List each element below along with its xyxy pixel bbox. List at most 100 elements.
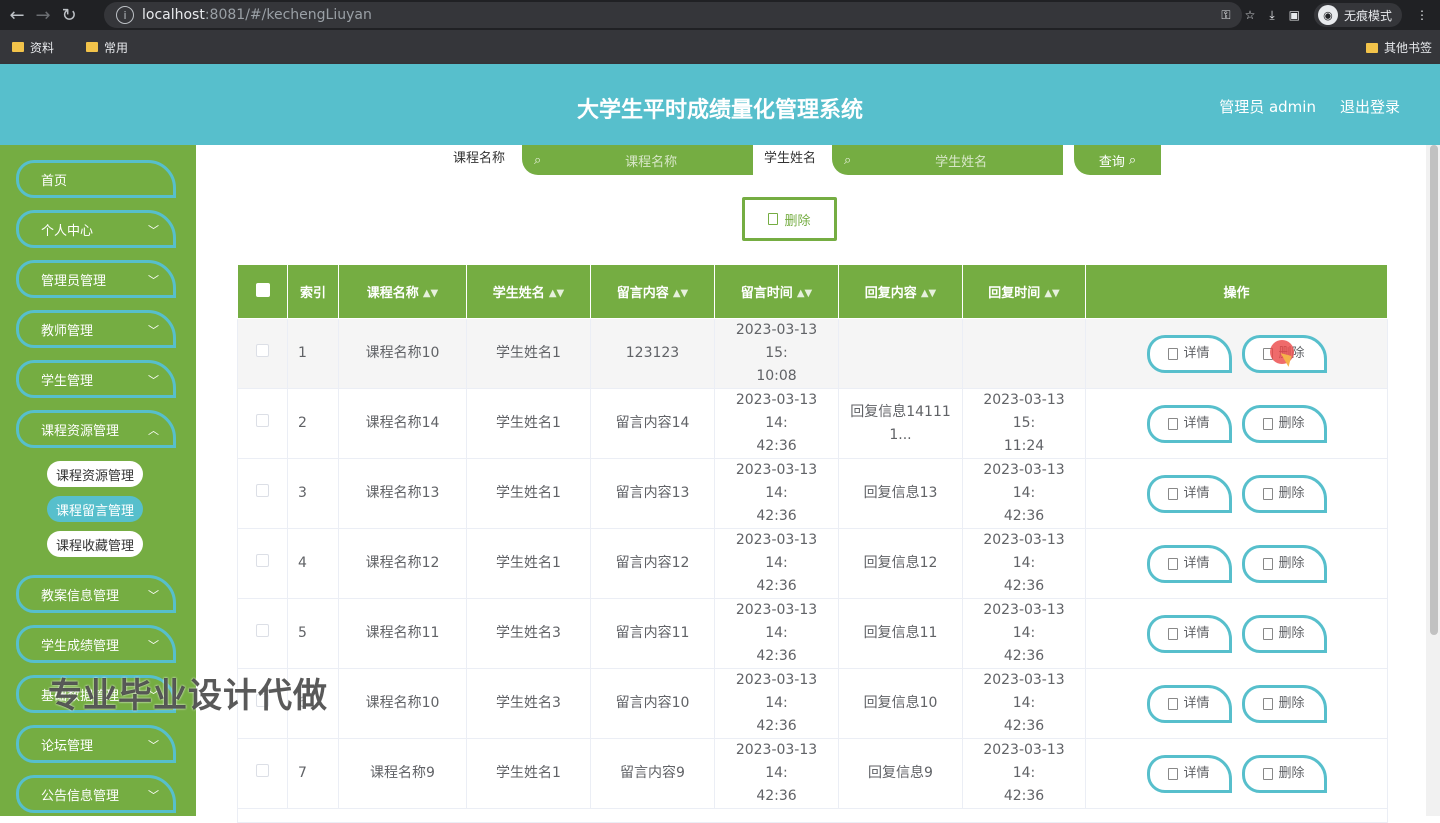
cell-rtime-line2: 42:36 bbox=[1003, 648, 1045, 664]
menu-icon[interactable]: ⋮ bbox=[1416, 8, 1428, 22]
row-checkbox[interactable] bbox=[256, 344, 269, 357]
delete-button[interactable]: 删除 bbox=[1241, 684, 1327, 723]
row-checkbox-cell[interactable] bbox=[237, 738, 288, 809]
logout-link[interactable]: 退出登录 bbox=[1340, 96, 1400, 117]
delete-button[interactable]: 删除 bbox=[1241, 614, 1327, 653]
address-bar[interactable]: i localhost:8081/#/kechengLiuyan bbox=[104, 2, 1242, 28]
search-button[interactable]: 查询 ⌕ bbox=[1074, 145, 1161, 175]
cell-reply bbox=[838, 318, 963, 389]
table-row: 7 课程名称9 学生姓名1 留言内容9 2023-03-13 14: 42:36 回复信息9… bbox=[237, 738, 1388, 809]
cell-time-line2: 42:36 bbox=[756, 718, 797, 734]
sort-icon[interactable]: ▲▼ bbox=[1044, 288, 1059, 299]
row-checkbox[interactable] bbox=[256, 414, 269, 427]
sidebar-item-teacher[interactable]: 教师管理 ﹀ bbox=[16, 310, 176, 348]
sidepanel-icon[interactable]: ▣ bbox=[1289, 8, 1300, 22]
batch-delete-button[interactable]: 删除 bbox=[742, 197, 837, 241]
sidebar-item-course-resource[interactable]: 课程资源管理 ︿ bbox=[16, 410, 176, 448]
delete-button[interactable]: 删除 bbox=[1241, 474, 1327, 513]
incognito-badge[interactable]: ◉ 无痕模式 bbox=[1313, 3, 1402, 27]
delete-label: 删除 bbox=[1278, 416, 1305, 431]
row-checkbox[interactable] bbox=[256, 624, 269, 637]
document-icon bbox=[1168, 487, 1179, 500]
row-checkbox-cell[interactable] bbox=[237, 458, 288, 529]
table-row: 1课程名称10学生姓名1123123 2023-03-13 15: 10:08 详情删… bbox=[237, 318, 1388, 389]
detail-button[interactable]: 详情 bbox=[1146, 754, 1232, 793]
download-icon[interactable]: ⤓ bbox=[1269, 8, 1274, 23]
back-icon[interactable]: ← bbox=[4, 5, 30, 26]
delete-label: 删除 bbox=[1278, 556, 1305, 571]
other-bookmarks[interactable]: 其他书签 bbox=[1365, 39, 1432, 56]
sidebar-subitem-course-favorite[interactable]: 课程收藏管理 bbox=[47, 531, 143, 557]
delete-button[interactable]: 删除 bbox=[1241, 544, 1327, 583]
col-time[interactable]: 留言时间 ▲▼ bbox=[714, 264, 839, 319]
cell-student: 学生姓名3 bbox=[466, 598, 591, 669]
col-label: 回复时间 bbox=[988, 286, 1041, 301]
col-reply[interactable]: 回复内容 ▲▼ bbox=[838, 264, 963, 319]
detail-button[interactable]: 详情 bbox=[1146, 334, 1232, 373]
sort-icon[interactable]: ▲▼ bbox=[673, 288, 688, 299]
sidebar-subitem-course-resource[interactable]: 课程资源管理 bbox=[47, 461, 143, 487]
row-checkbox[interactable] bbox=[256, 764, 269, 777]
sort-icon[interactable]: ▲▼ bbox=[921, 288, 936, 299]
sort-icon[interactable]: ▲▼ bbox=[549, 288, 564, 299]
row-checkbox-cell[interactable] bbox=[237, 528, 288, 599]
reload-icon[interactable]: ↻ bbox=[56, 5, 82, 26]
cell-reply: 回复信息12 bbox=[838, 528, 963, 599]
col-reply-time[interactable]: 回复时间 ▲▼ bbox=[962, 264, 1086, 319]
sort-icon[interactable]: ▲▼ bbox=[423, 288, 438, 299]
delete-label: 删除 bbox=[1278, 626, 1305, 641]
site-info-icon[interactable]: i bbox=[116, 6, 134, 24]
cell-reply-time: 2023-03-13 14: 42:36 bbox=[962, 738, 1086, 809]
cell-index: 3 bbox=[287, 458, 339, 529]
student-name-input[interactable]: ⌕ 学生姓名 bbox=[832, 145, 1063, 175]
sidebar-item-admin[interactable]: 管理员管理 ﹀ bbox=[16, 260, 176, 298]
folder-icon bbox=[1365, 42, 1378, 53]
sidebar-subitem-course-message[interactable]: 课程留言管理 bbox=[47, 496, 143, 522]
sidebar-item-lesson-plan[interactable]: 教案信息管理 ﹀ bbox=[16, 575, 176, 613]
cell-time-line1: 2023-03-13 14: bbox=[735, 672, 818, 711]
col-course[interactable]: 课程名称 ▲▼ bbox=[338, 264, 467, 319]
chevron-down-icon: ﹀ bbox=[148, 789, 159, 802]
cell-content: 123123 bbox=[590, 318, 715, 389]
incognito-label: 无痕模式 bbox=[1343, 8, 1392, 23]
sidebar-item-grades[interactable]: 学生成绩管理 ﹀ bbox=[16, 625, 176, 663]
scrollbar-thumb[interactable] bbox=[1430, 145, 1438, 635]
cell-student: 学生姓名1 bbox=[466, 738, 591, 809]
sidebar-item-profile[interactable]: 个人中心 ﹀ bbox=[16, 210, 176, 248]
sort-icon[interactable]: ▲▼ bbox=[797, 288, 812, 299]
forward-icon[interactable]: → bbox=[30, 5, 56, 26]
document-icon bbox=[1168, 347, 1179, 360]
sidebar-item-home[interactable]: 首页 bbox=[16, 160, 176, 198]
sidebar-item-forum[interactable]: 论坛管理 ﹀ bbox=[16, 725, 176, 763]
detail-button[interactable]: 详情 bbox=[1146, 684, 1232, 723]
key-icon[interactable]: ⚿ bbox=[1221, 8, 1230, 23]
bookmark-folder[interactable]: 资料 bbox=[12, 39, 54, 56]
delete-button[interactable]: 删除 bbox=[1241, 754, 1327, 793]
course-name-input[interactable]: ⌕ 课程名称 bbox=[522, 145, 753, 175]
cell-course: 课程名称9 bbox=[338, 738, 467, 809]
row-checkbox-cell[interactable] bbox=[237, 388, 288, 459]
detail-button[interactable]: 详情 bbox=[1146, 474, 1232, 513]
row-checkbox-cell[interactable] bbox=[237, 598, 288, 669]
bookmark-label: 资料 bbox=[30, 40, 55, 55]
col-student[interactable]: 学生姓名 ▲▼ bbox=[466, 264, 591, 319]
row-checkbox[interactable] bbox=[256, 554, 269, 567]
sidebar-item-student[interactable]: 学生管理 ﹀ bbox=[16, 360, 176, 398]
select-all-checkbox-cell[interactable] bbox=[237, 264, 288, 319]
scrollbar[interactable] bbox=[1426, 145, 1440, 816]
detail-button[interactable]: 详情 bbox=[1146, 404, 1232, 443]
delete-button[interactable]: 删除 bbox=[1241, 404, 1327, 443]
cell-index: 1 bbox=[287, 318, 339, 389]
sidebar-item-label: 个人中心 bbox=[41, 223, 94, 239]
detail-button[interactable]: 详情 bbox=[1146, 544, 1232, 583]
detail-button[interactable]: 详情 bbox=[1146, 614, 1232, 653]
star-icon[interactable]: ☆ bbox=[1245, 8, 1256, 22]
row-checkbox-cell[interactable] bbox=[237, 318, 288, 389]
select-all-checkbox[interactable] bbox=[255, 282, 270, 297]
sidebar-item-notice[interactable]: 公告信息管理 ﹀ bbox=[16, 775, 176, 813]
detail-label: 详情 bbox=[1183, 556, 1210, 571]
col-label: 回复内容 bbox=[864, 286, 917, 301]
col-content[interactable]: 留言内容 ▲▼ bbox=[590, 264, 715, 319]
bookmark-folder[interactable]: 常用 bbox=[86, 39, 128, 56]
row-checkbox[interactable] bbox=[256, 484, 269, 497]
